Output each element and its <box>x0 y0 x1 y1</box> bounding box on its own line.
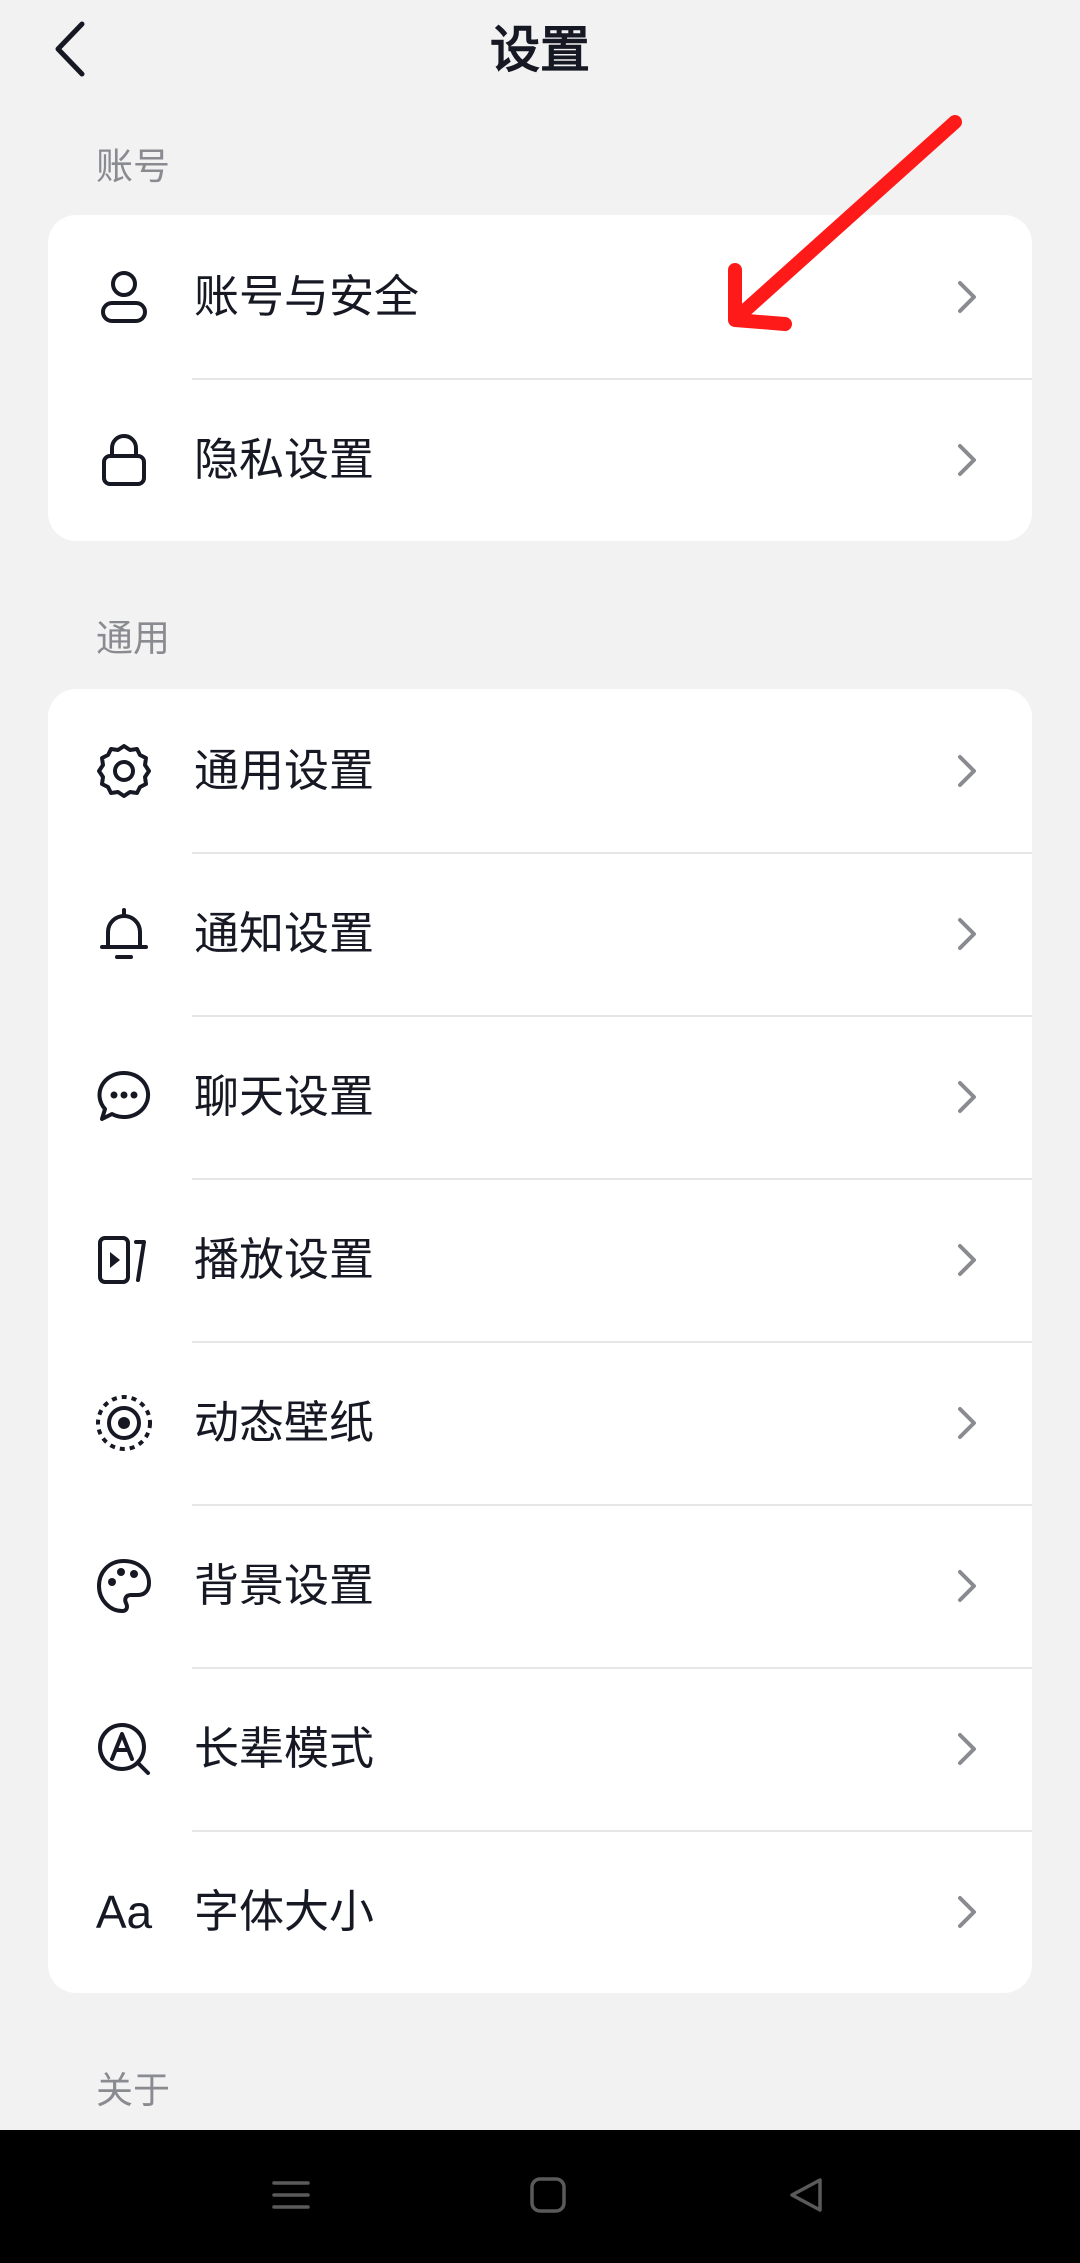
settings-row-live-wallpaper[interactable]: 动态壁纸 <box>48 1341 1032 1504</box>
settings-row-elder-mode[interactable]: 长辈模式 <box>48 1667 1032 1830</box>
lock-icon <box>94 430 154 490</box>
font-size-icon: Aa <box>95 1885 153 1938</box>
row-label: 聊天设置 <box>194 1069 375 1123</box>
row-label: 通知设置 <box>194 906 375 960</box>
elder-mode-icon <box>94 1719 154 1779</box>
settings-page: 设置 账号 账号与安全 隐私设置 通用 通用设置 通知设置 聊天设置 播放设置 … <box>0 0 1080 2263</box>
page-title: 设置 <box>490 21 590 79</box>
row-label: 通用设置 <box>194 743 375 797</box>
chat-bubble-icon <box>94 1067 154 1127</box>
menu-icon <box>272 2181 310 2209</box>
chevron-right-icon <box>952 1892 982 1932</box>
row-label: 长辈模式 <box>194 1721 375 1775</box>
chevron-right-icon <box>952 1729 982 1769</box>
palette-icon <box>94 1556 154 1616</box>
chevron-right-icon <box>952 1566 982 1606</box>
section-label-about: 关于 <box>96 2069 170 2112</box>
back-triangle-icon <box>790 2178 822 2212</box>
settings-row-general[interactable]: 通用设置 <box>48 689 1032 852</box>
settings-row-chat[interactable]: 聊天设置 <box>48 1015 1032 1178</box>
chevron-right-icon <box>952 914 982 954</box>
chevron-right-icon <box>952 1077 982 1117</box>
bell-icon <box>94 904 154 964</box>
row-label: 账号与安全 <box>194 269 420 323</box>
settings-row-playback[interactable]: 播放设置 <box>48 1178 1032 1341</box>
gear-icon <box>94 741 154 801</box>
row-label: 隐私设置 <box>194 432 375 486</box>
row-label: 背景设置 <box>194 1558 375 1612</box>
row-label: 字体大小 <box>194 1884 375 1938</box>
home-button[interactable] <box>508 2160 588 2230</box>
chevron-right-icon <box>952 1403 982 1443</box>
menu-button[interactable] <box>251 2160 331 2230</box>
settings-row-notification[interactable]: 通知设置 <box>48 852 1032 1015</box>
row-label: 播放设置 <box>194 1232 375 1286</box>
chevron-right-icon <box>952 440 982 480</box>
back-nav-button[interactable] <box>766 2160 846 2230</box>
settings-row-font-size[interactable]: Aa 字体大小 <box>48 1830 1032 1993</box>
play-screen-icon <box>94 1230 154 1290</box>
row-label: 动态壁纸 <box>194 1395 375 1449</box>
user-icon <box>94 267 154 327</box>
system-navigation-bar <box>0 2130 1080 2263</box>
settings-row-privacy[interactable]: 隐私设置 <box>48 378 1032 541</box>
header: 设置 <box>0 0 1080 110</box>
section-label-account: 账号 <box>96 145 170 188</box>
section-label-general: 通用 <box>96 617 170 660</box>
live-wallpaper-icon <box>94 1393 154 1453</box>
general-card: 通用设置 通知设置 聊天设置 播放设置 动态壁纸 背景设置 长辈模式 Aa 字体… <box>48 689 1032 1993</box>
chevron-right-icon <box>952 1240 982 1280</box>
chevron-right-icon <box>952 751 982 791</box>
settings-row-background[interactable]: 背景设置 <box>48 1504 1032 1667</box>
red-arrow-icon <box>728 115 962 331</box>
home-square-icon <box>530 2177 566 2213</box>
